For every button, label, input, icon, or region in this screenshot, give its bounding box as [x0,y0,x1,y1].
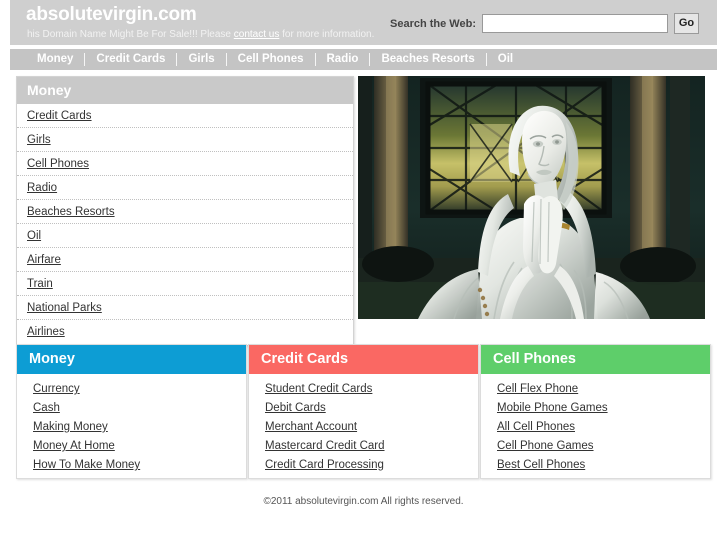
category-link-airfare[interactable]: Airfare [17,248,353,272]
box-link-currency[interactable]: Currency [17,380,246,399]
category-link-cell-phones[interactable]: Cell Phones [17,152,353,176]
box-link-cash[interactable]: Cash [17,399,246,418]
category-panel-title: Money [17,77,353,104]
box-money-title: Money [17,345,246,374]
web-search-form: Search the Web: Go [390,13,699,34]
nav-item-money[interactable]: Money [26,49,84,70]
box-credit-cards-title: Credit Cards [249,345,478,374]
search-input[interactable] [482,14,668,33]
box-link-mastercard-credit-card[interactable]: Mastercard Credit Card [249,437,478,456]
category-box-row: Money Currency Cash Making Money Money A… [16,344,711,479]
box-link-merchant-account[interactable]: Merchant Account [249,418,478,437]
category-link-train[interactable]: Train [17,272,353,296]
category-link-girls[interactable]: Girls [17,128,353,152]
nav-divider [225,53,227,66]
category-link-national-parks[interactable]: National Parks [17,296,353,320]
category-link-beaches-resorts[interactable]: Beaches Resorts [17,200,353,224]
category-link-radio[interactable]: Radio [17,176,353,200]
nav-divider [485,53,487,66]
category-panel: Money Credit Cards Girls Cell Phones Rad… [16,76,354,346]
box-link-credit-card-processing[interactable]: Credit Card Processing [249,456,478,475]
box-link-how-to-make-money[interactable]: How To Make Money [17,456,246,475]
site-header: absolutevirgin.com his Domain Name Might… [10,0,717,45]
virgin-mary-statue-photo [358,76,705,319]
main-navigation: Money Credit Cards Girls Cell Phones Rad… [10,49,717,70]
search-label: Search the Web: [390,17,476,30]
box-cell-phones-title: Cell Phones [481,345,710,374]
nav-divider [176,53,178,66]
box-cell-phones: Cell Phones Cell Flex Phone Mobile Phone… [480,344,711,479]
domain-for-sale-tagline: his Domain Name Might Be For Sale!!! Ple… [27,29,374,40]
nav-item-radio[interactable]: Radio [316,49,370,70]
main-content: Money Credit Cards Girls Cell Phones Rad… [10,74,717,346]
box-link-making-money[interactable]: Making Money [17,418,246,437]
box-link-student-credit-cards[interactable]: Student Credit Cards [249,380,478,399]
nav-item-cell-phones[interactable]: Cell Phones [227,49,315,70]
nav-item-beaches-resorts[interactable]: Beaches Resorts [370,49,485,70]
contact-us-link[interactable]: contact us [234,29,280,40]
box-link-mobile-phone-games[interactable]: Mobile Phone Games [481,399,710,418]
box-link-all-cell-phones[interactable]: All Cell Phones [481,418,710,437]
nav-item-oil[interactable]: Oil [487,49,524,70]
box-link-best-cell-phones[interactable]: Best Cell Phones [481,456,710,475]
tagline-text-before: his Domain Name Might Be For Sale!!! Ple… [27,29,234,40]
tagline-text-after: for more information. [279,29,375,40]
box-link-money-at-home[interactable]: Money At Home [17,437,246,456]
box-cell-phones-links: Cell Flex Phone Mobile Phone Games All C… [481,374,710,480]
category-link-oil[interactable]: Oil [17,224,353,248]
box-link-cell-phone-games[interactable]: Cell Phone Games [481,437,710,456]
nav-item-credit-cards[interactable]: Credit Cards [85,49,176,70]
page-root: absolutevirgin.com his Domain Name Might… [0,0,727,545]
footer-copyright: ©2011 absolutevirgin.com All rights rese… [263,496,464,507]
category-link-list: Credit Cards Girls Cell Phones Radio Bea… [17,104,353,345]
category-link-credit-cards[interactable]: Credit Cards [17,104,353,128]
nav-divider [314,53,316,66]
box-money-links: Currency Cash Making Money Money At Home… [17,374,246,480]
box-money: Money Currency Cash Making Money Money A… [16,344,247,479]
site-logo: absolutevirgin.com [26,4,197,25]
nav-divider [369,53,371,66]
box-credit-cards: Credit Cards Student Credit Cards Debit … [248,344,479,479]
nav-divider [84,53,86,66]
nav-item-girls[interactable]: Girls [177,49,225,70]
box-link-debit-cards[interactable]: Debit Cards [249,399,478,418]
search-go-button[interactable]: Go [674,13,699,34]
category-link-airlines[interactable]: Airlines [17,320,353,343]
box-link-cell-flex-phone[interactable]: Cell Flex Phone [481,380,710,399]
box-credit-cards-links: Student Credit Cards Debit Cards Merchan… [249,374,478,480]
